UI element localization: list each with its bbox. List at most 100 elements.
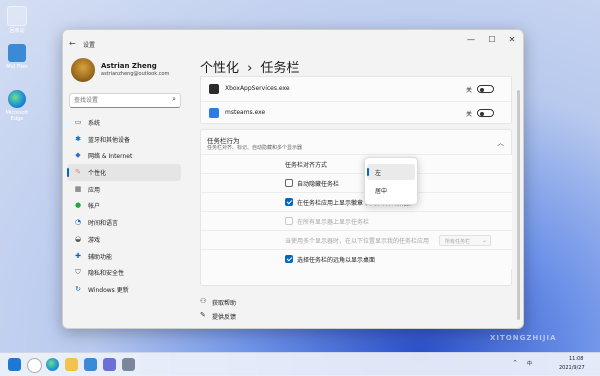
close-button[interactable]: ✕: [504, 35, 520, 44]
breadcrumb-parent[interactable]: 个性化: [200, 61, 239, 76]
toggle-state-label: 关: [466, 87, 473, 94]
teams-chat-icon[interactable]: [103, 358, 116, 371]
multi-monitor-dropdown: 所有任务栏 ⌄: [439, 235, 491, 246]
app-name: msteams.exe: [225, 109, 266, 116]
multi-monitor-label: 当使用多个显示器时，在以下位置显示我的任务栏应用: [285, 238, 430, 245]
start-icon[interactable]: [8, 358, 21, 371]
feedback-icon: ✎: [200, 311, 206, 319]
desktop-icon-label: Mid Files: [6, 64, 28, 70]
section-subtitle: 任务栏对齐、标记、自动隐藏和多个显示器: [207, 145, 303, 151]
sidebar-item-label: 应用: [88, 186, 101, 194]
sidebar-item-label: 蓝牙和其他设备: [88, 136, 131, 144]
sidebar-item-label: 隐私和安全性: [88, 270, 125, 278]
sidebar-item-network[interactable]: ◆ 网络 & Internet: [67, 147, 181, 164]
scrollbar[interactable]: [517, 90, 520, 320]
overflow-app-row: XboxAppServices.exe 关: [201, 77, 511, 102]
sidebar-item-label: Windows 更新: [88, 286, 129, 294]
sidebar-item-accounts[interactable]: ● 帐户: [67, 197, 181, 214]
profile-email: astrianzheng@outlook.com: [101, 71, 170, 77]
toggle-state-label: 关: [466, 111, 473, 118]
settings-search: ⌕: [69, 93, 181, 108]
watermark: XITONGZHIJIA: [490, 334, 557, 342]
breadcrumb: 个性化 › 任务栏: [200, 57, 300, 76]
gamepad-icon: ◒: [74, 234, 82, 243]
file-explorer-icon[interactable]: [65, 358, 78, 371]
badges-row[interactable]: 在任务栏应用上显示徽章 (未读邮件计数器): [201, 193, 512, 212]
edge-icon: [8, 90, 26, 108]
multi-monitor-row: 当使用多个显示器时，在以下位置显示我的任务栏应用 所有任务栏 ⌄: [201, 231, 512, 250]
settings-window: ← 设置 — ☐ ✕ Astrian Zheng astrianzheng@ou…: [62, 29, 524, 329]
sidebar-item-accessibility[interactable]: ✚ 辅助功能: [67, 248, 181, 265]
expander-header[interactable]: 任务栏行为 任务栏对齐、标记、自动隐藏和多个显示器 ︿: [201, 130, 511, 155]
alignment-dropdown-menu: 左 居中: [364, 157, 418, 205]
menu-item-label: 左: [375, 170, 382, 177]
search-icon[interactable]: [27, 358, 42, 373]
desktop-icon-label: Microsoft Edge: [5, 110, 29, 122]
back-arrow-icon[interactable]: ←: [69, 39, 76, 48]
overflow-apps-card: XboxAppServices.exe 关 msteams.exe 关: [200, 76, 512, 124]
avatar: [71, 58, 95, 82]
taskbar-behaviors-expander: 任务栏行为 任务栏对齐、标记、自动隐藏和多个显示器 ︿ 任务栏对齐方式 自动隐藏…: [200, 129, 512, 286]
alignment-label: 任务栏对齐方式: [285, 162, 328, 169]
sidebar-item-time-language[interactable]: ◔ 时间和语言: [67, 214, 181, 231]
update-icon: ↻: [75, 284, 81, 293]
sidebar-item-gaming[interactable]: ◒ 游戏: [67, 231, 181, 248]
page-title: 任务栏: [260, 61, 300, 76]
wifi-icon: ◆: [75, 151, 81, 160]
auto-hide-checkbox[interactable]: [285, 179, 293, 187]
apps-icon: ▦: [74, 184, 82, 193]
alignment-option-left[interactable]: 左: [367, 164, 415, 180]
sidebar-item-label: 个性化: [88, 170, 107, 178]
sidebar-item-privacy[interactable]: ⛉ 隐私和安全性: [67, 264, 181, 281]
help-icon: ⚇: [200, 297, 207, 305]
store-icon[interactable]: [84, 358, 97, 371]
settings-content: XboxAppServices.exe 关 msteams.exe 关 任务栏行…: [200, 76, 512, 328]
sidebar-item-label: 时间和语言: [88, 220, 119, 228]
sidebar-item-windows-update[interactable]: ↻ Windows 更新: [67, 281, 181, 298]
checkbox-label: 在所有显示器上显示任务栏: [297, 219, 370, 226]
tray-chevron[interactable]: ^: [513, 360, 517, 366]
shield-icon: ⛉: [75, 268, 81, 277]
desktop-icon-folder[interactable]: Mid Files: [4, 44, 30, 70]
sidebar-item-label: 帐户: [88, 203, 101, 211]
search-icon[interactable]: ⌕: [172, 95, 176, 104]
recycle-bin-icon: [7, 6, 27, 26]
badges-checkbox[interactable]: [285, 198, 293, 206]
edge-icon[interactable]: [46, 358, 59, 371]
sidebar-item-bluetooth[interactable]: ✱ 蓝牙和其他设备: [67, 131, 181, 148]
settings-icon[interactable]: [122, 358, 135, 371]
all-displays-checkbox: [285, 217, 293, 225]
sidebar-item-label: 网络 & Internet: [88, 153, 133, 161]
sidebar-item-system[interactable]: ▭ 系统: [67, 114, 181, 131]
breadcrumb-separator: ›: [247, 61, 253, 76]
clock-date[interactable]: 2021/9/27: [559, 365, 585, 371]
folder-icon: [8, 44, 26, 62]
maximize-button[interactable]: ☐: [484, 35, 500, 44]
checkbox-label: 选择任务栏的远角以显示桌面: [297, 257, 376, 264]
alignment-row: 任务栏对齐方式: [201, 155, 512, 174]
overflow-app-row: msteams.exe 关: [201, 101, 511, 125]
feedback-label: 提供反馈: [212, 314, 237, 321]
desktop-icon-edge[interactable]: Microsoft Edge: [4, 90, 30, 122]
feedback-link[interactable]: ✎ 提供反馈: [200, 310, 280, 322]
auto-hide-row[interactable]: 自动隐藏任务栏: [201, 174, 512, 193]
profile-name: Astrian Zheng: [101, 62, 157, 70]
sidebar-item-label: 游戏: [88, 236, 101, 244]
teams-icon: [209, 108, 219, 118]
get-help-link[interactable]: ⚇ 获取帮助: [200, 296, 280, 308]
sidebar-item-apps[interactable]: ▦ 应用: [67, 181, 181, 198]
xbox-toggle[interactable]: [477, 85, 494, 93]
desktop-icon-recycle-bin[interactable]: 回收站: [4, 6, 30, 34]
chevron-up-icon: ︿: [497, 139, 504, 147]
alignment-option-center[interactable]: 居中: [367, 182, 415, 198]
minimize-button[interactable]: —: [463, 35, 479, 44]
sidebar-item-personalization[interactable]: ✎ 个性化: [67, 164, 181, 181]
teams-toggle[interactable]: [477, 109, 494, 117]
search-input[interactable]: [74, 95, 164, 105]
show-desktop-checkbox[interactable]: [285, 255, 293, 263]
clock-time[interactable]: 11:08: [569, 356, 583, 362]
checkbox-label: 自动隐藏任务栏: [297, 181, 340, 188]
xbox-app-icon: [209, 84, 219, 94]
ime-indicator[interactable]: 中: [527, 360, 532, 367]
show-desktop-corner-row[interactable]: 选择任务栏的远角以显示桌面: [201, 250, 512, 269]
